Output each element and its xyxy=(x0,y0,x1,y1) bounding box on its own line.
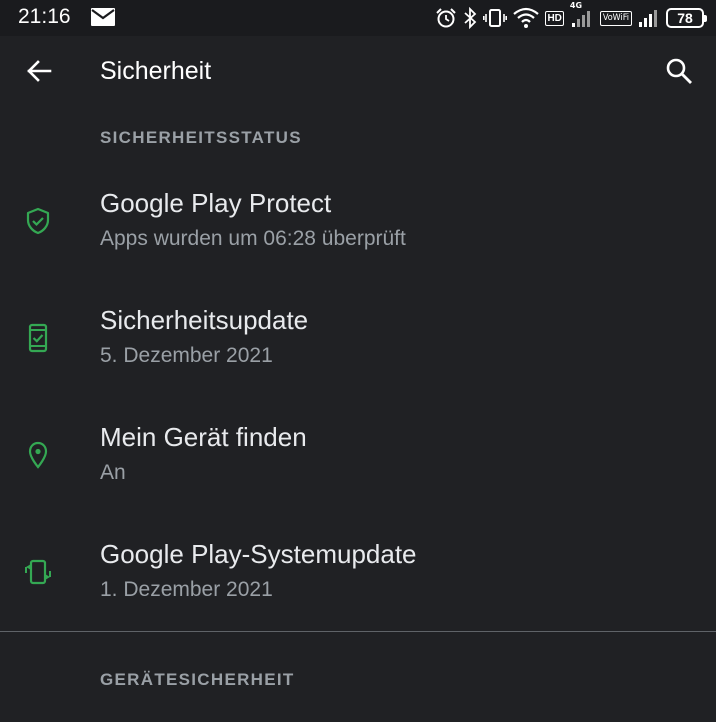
search-button[interactable] xyxy=(664,56,694,86)
arrow-back-icon xyxy=(27,60,52,82)
location-pin-icon xyxy=(28,441,48,469)
item-summary: 1. Dezember 2021 xyxy=(100,578,273,601)
battery-indicator: 78 xyxy=(666,8,707,28)
alarm-icon xyxy=(435,7,457,29)
status-time: 21:16 xyxy=(18,5,71,28)
network-type-label: 4G xyxy=(569,1,583,10)
item-title: Mein Gerät finden xyxy=(100,422,307,452)
signal-icon: 4G xyxy=(570,1,594,29)
list-item-play-protect[interactable]: Google Play Protect Apps wurden um 06:28… xyxy=(0,166,716,283)
list-item-play-system-update[interactable]: Google Play-Systemupdate 1. Dezember 202… xyxy=(0,517,716,634)
shield-check-icon xyxy=(26,207,50,235)
list-item-find-my-device[interactable]: Mein Gerät finden An xyxy=(0,400,716,517)
system-update-icon xyxy=(25,559,51,585)
item-title: Google Play-Systemupdate xyxy=(100,539,417,569)
vibrate-icon xyxy=(483,7,508,29)
vowifi-badge: VoWiFi xyxy=(599,10,632,26)
page-title: Sicherheit xyxy=(100,57,212,85)
wifi-icon xyxy=(513,7,540,29)
section-header-label: GERÄTESICHERHEIT xyxy=(100,670,295,689)
item-summary: Apps wurden um 06:28 überprüft xyxy=(100,227,406,250)
status-icons: HD 4G VoWiFi 78 xyxy=(435,1,707,32)
item-title: Google Play Protect xyxy=(100,188,332,218)
search-icon xyxy=(666,58,692,84)
section-header-security-status: SICHERHEITSSTATUS xyxy=(0,108,716,166)
phone-check-icon xyxy=(28,323,48,353)
back-button[interactable] xyxy=(24,56,54,86)
bluetooth-icon xyxy=(463,7,477,29)
list-item-security-update[interactable]: Sicherheitsupdate 5. Dezember 2021 xyxy=(0,283,716,400)
status-bar: 21:16 HD 4G VoWiFi 78 xyxy=(0,0,716,36)
section-header-device-security: GERÄTESICHERHEIT xyxy=(0,632,716,722)
item-title: Sicherheitsupdate xyxy=(100,305,309,335)
app-bar: Sicherheit xyxy=(0,36,716,108)
item-summary: 5. Dezember 2021 xyxy=(100,344,273,367)
hd-badge: HD xyxy=(545,10,564,26)
mail-icon xyxy=(91,8,115,26)
settings-list: SICHERHEITSSTATUS Google Play Protect Ap… xyxy=(0,108,716,722)
section-header-label: SICHERHEITSSTATUS xyxy=(100,128,302,147)
signal-strength-icon xyxy=(638,7,660,29)
item-summary: An xyxy=(100,461,126,484)
